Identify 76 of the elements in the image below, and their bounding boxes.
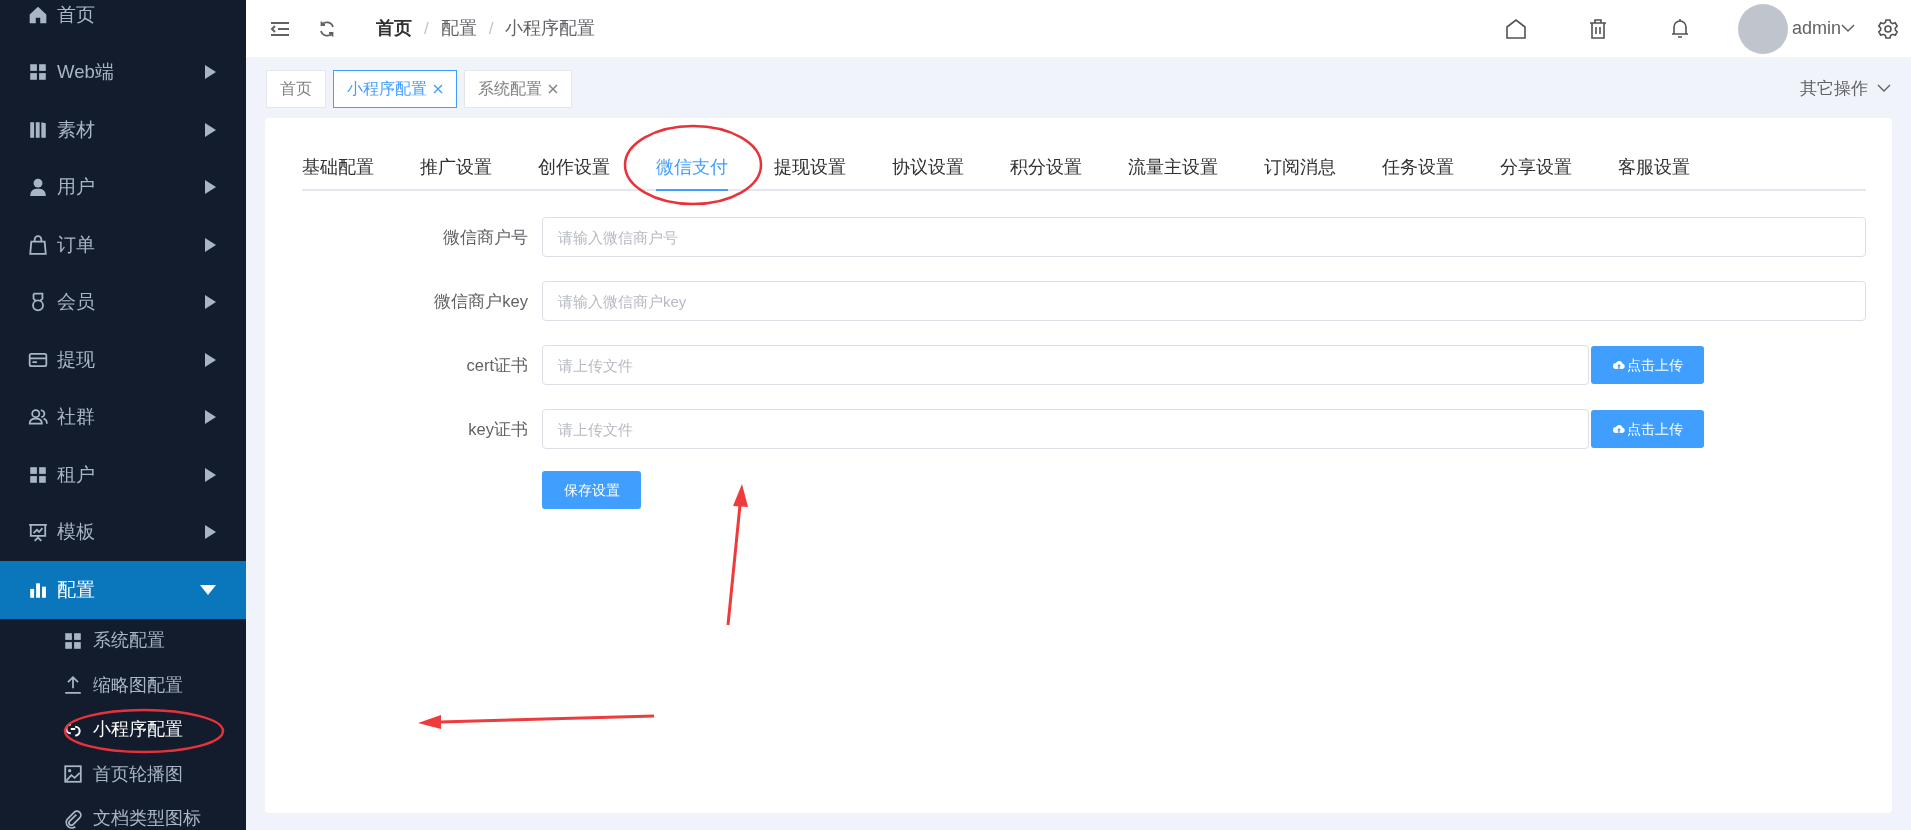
breadcrumb-item[interactable]: 首页 [376, 15, 412, 42]
caret-icon [200, 583, 216, 596]
chevron-down-icon [1841, 24, 1855, 33]
sidebar-item[interactable]: 社群 [0, 388, 246, 446]
caret-icon [205, 295, 216, 310]
sidebar-item[interactable]: 租户 [0, 446, 246, 504]
books-icon [28, 119, 48, 140]
sidebar-item[interactable]: Web端 [0, 43, 246, 101]
settings-tab[interactable]: 基础配置 [302, 153, 374, 192]
home-icon [28, 4, 48, 25]
sidebar-subitem[interactable]: 文档类型图标 [0, 796, 246, 830]
settings-tab[interactable]: 任务设置 [1382, 153, 1454, 192]
sidebar-item[interactable]: 会员 [0, 273, 246, 331]
breadcrumb-item[interactable]: 小程序配置 [505, 15, 596, 42]
sidebar-item[interactable]: 用户 [0, 158, 246, 216]
grid-icon [28, 62, 48, 83]
people-icon [28, 407, 48, 428]
presentation-icon [28, 522, 48, 543]
caret-icon [205, 180, 216, 195]
grid-icon [28, 464, 48, 485]
sidebar-subitem[interactable]: 小程序配置 [0, 707, 246, 752]
settings-tab[interactable]: 订阅消息 [1264, 153, 1336, 192]
caret-icon [205, 122, 216, 137]
cloud-upload-icon [1612, 424, 1625, 435]
chevron-down-icon [1877, 84, 1891, 93]
caret-icon [205, 410, 216, 425]
page-tab[interactable]: 系统配置 [464, 69, 572, 108]
grid-icon [63, 630, 83, 651]
cloud-upload-icon [1612, 360, 1625, 371]
settings-tab[interactable]: 协议设置 [892, 153, 964, 192]
upload-icon [63, 675, 83, 696]
refresh-icon[interactable] [318, 19, 336, 38]
settings-tab[interactable]: 创作设置 [538, 153, 610, 192]
paperclip-icon [63, 808, 83, 829]
sidebar-item[interactable]: 首页 [0, 0, 246, 44]
input-field[interactable]: 请输入微信商户号 [542, 217, 1866, 258]
home-icon[interactable] [1503, 16, 1528, 41]
menu-icon[interactable] [270, 20, 290, 37]
sidebar-subitem[interactable]: 缩略图配置 [0, 663, 246, 708]
settings-tab[interactable]: 提现设置 [774, 153, 846, 192]
sidebar-subitem[interactable]: 首页轮播图 [0, 752, 246, 797]
input-field[interactable]: 请上传文件 [542, 345, 1589, 386]
settings-tab[interactable]: 积分设置 [1010, 153, 1082, 192]
sidebar-item[interactable]: 素材 [0, 101, 246, 159]
sidebar-item[interactable]: 订单 [0, 216, 246, 274]
breadcrumb-item[interactable]: 配置 [440, 15, 477, 42]
caret-icon [205, 65, 216, 80]
settings-tab[interactable]: 分享设置 [1500, 153, 1572, 192]
sidebar-item[interactable]: 配置 [0, 561, 246, 619]
caret-icon [205, 525, 216, 540]
field-label: 微信商户key [433, 290, 529, 312]
breadcrumb-separator: / [424, 17, 429, 40]
settings-tab[interactable]: 推广设置 [420, 153, 492, 192]
close-icon[interactable] [548, 83, 558, 94]
caret-icon [205, 237, 216, 252]
other-actions-dropdown[interactable]: 其它操作 [1800, 75, 1891, 102]
bag-icon [28, 234, 48, 255]
field-label: 微信商户号 [442, 226, 529, 248]
breadcrumb-separator: / [488, 17, 494, 40]
page-tab[interactable]: 首页 [266, 69, 326, 108]
image-icon [63, 764, 83, 785]
sidebar-subitem[interactable]: 系统配置 [0, 618, 246, 663]
user-menu[interactable]: admin [1791, 15, 1841, 42]
field-label: key证书 [467, 418, 529, 440]
sidebar-item[interactable]: 提现 [0, 331, 246, 389]
caret-icon [205, 352, 216, 367]
input-field[interactable]: 请输入微信商户key [542, 281, 1866, 322]
sidebar-item[interactable]: 模板 [0, 503, 246, 561]
settings-tab[interactable]: 客服设置 [1618, 153, 1690, 192]
close-icon[interactable] [433, 83, 443, 94]
settings-tab[interactable]: 流量主设置 [1128, 153, 1218, 192]
user-icon [28, 177, 48, 198]
field-label: cert证书 [465, 354, 529, 376]
input-field[interactable]: 请上传文件 [542, 409, 1589, 450]
settings-icon[interactable] [1877, 17, 1899, 40]
caret-icon [205, 467, 216, 482]
